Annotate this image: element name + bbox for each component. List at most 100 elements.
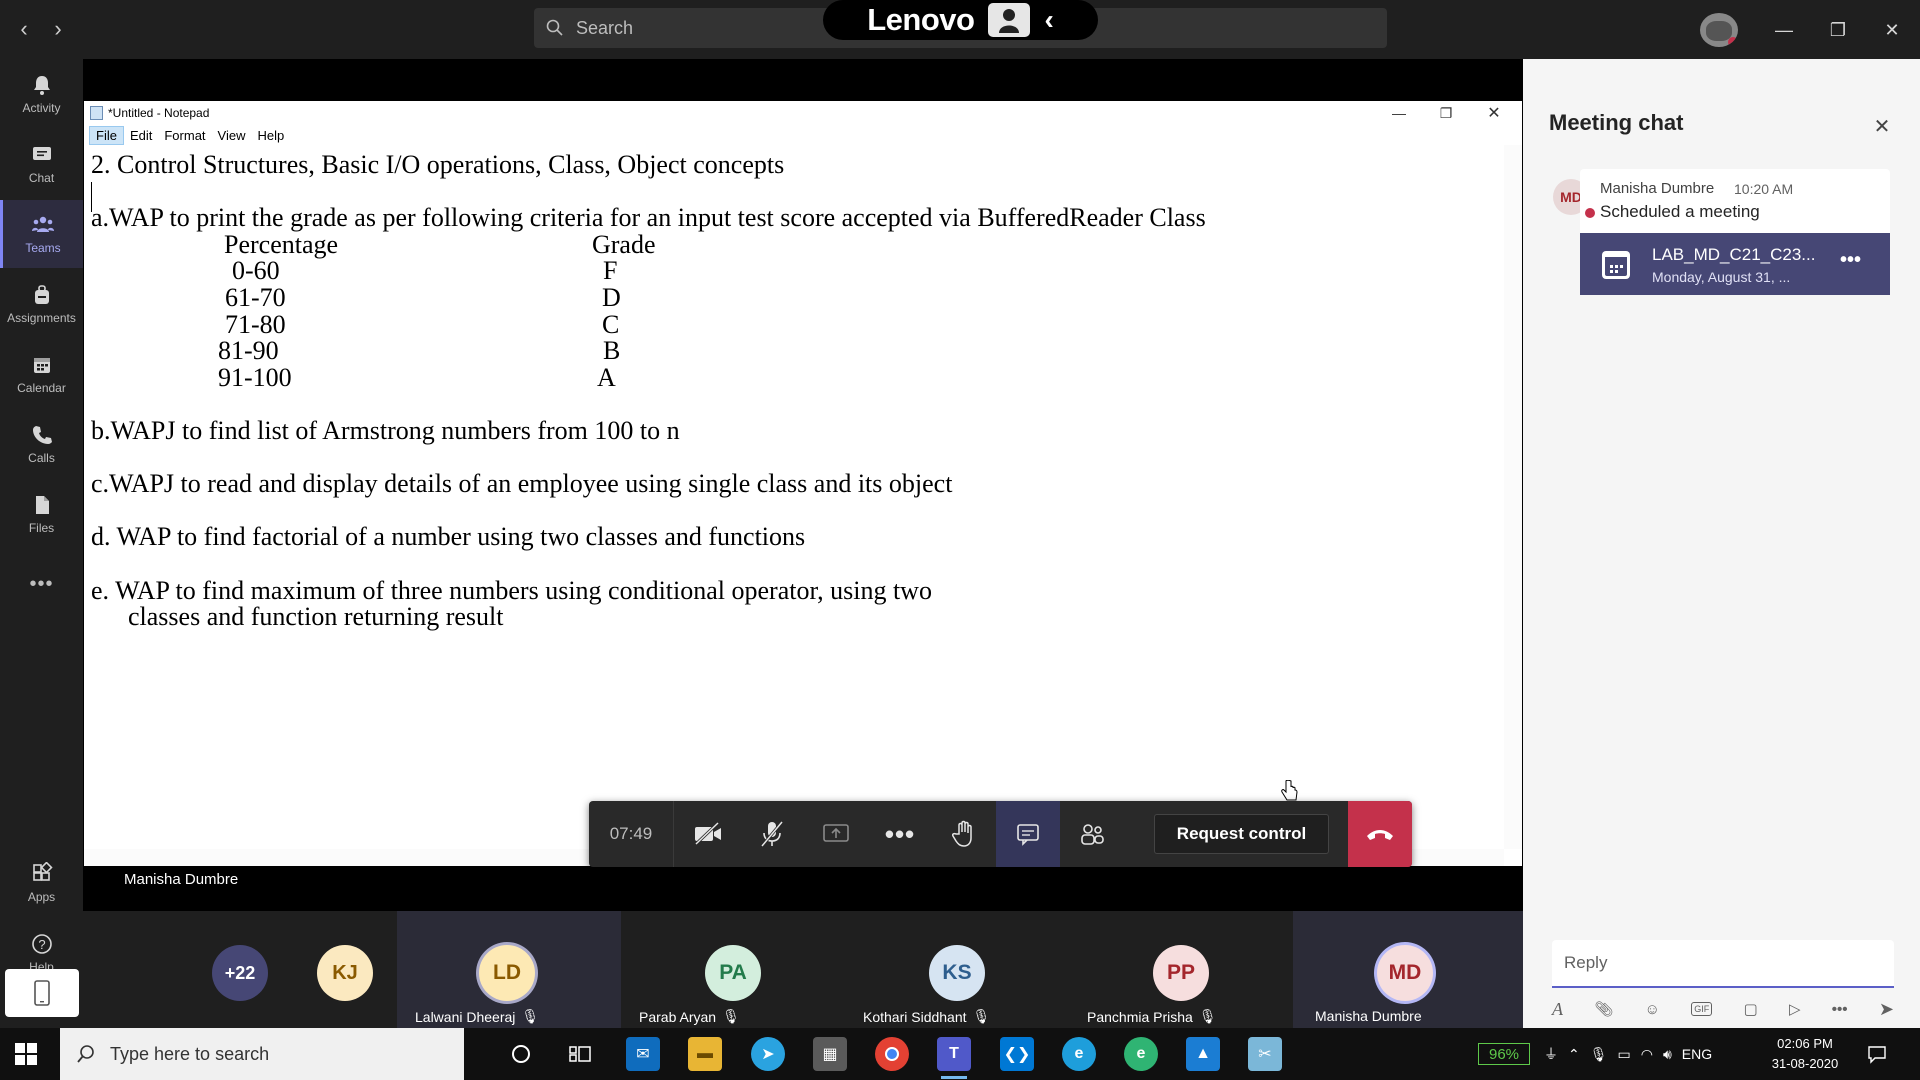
mic-muted-icon: 🎙︎ <box>972 1008 991 1024</box>
taskbar-search-box[interactable]: Type here to search <box>60 1028 464 1080</box>
chrome-icon[interactable] <box>875 1037 909 1071</box>
notepad-window: *Untitled - Notepad — ❐ ✕ File Edit Form… <box>84 101 1522 866</box>
overflow-participants-badge[interactable]: +22 <box>212 945 268 1001</box>
notepad-text-area[interactable]: 2. Control Structures, Basic I/O operati… <box>84 145 1504 849</box>
taskbar-search-placeholder: Type here to search <box>110 1043 270 1064</box>
sticker-icon[interactable]: ▢ <box>1744 1000 1758 1018</box>
teams-app-bar: Activity Chat Teams Assignments Calendar… <box>0 59 83 1028</box>
chat-message: Manisha Dumbre 10:20 AM Scheduled a meet… <box>1580 169 1890 295</box>
appbar-chat[interactable]: Chat <box>0 130 83 198</box>
grade-letter: D <box>602 283 621 312</box>
appbar-activity[interactable]: Activity <box>0 60 83 128</box>
language-indicator[interactable]: ENG <box>1682 1046 1712 1062</box>
participant-tile[interactable]: LD Lalwani Dheeraj 🎙︎ <box>397 911 621 1028</box>
clock-time: 02:06 PM <box>1777 1036 1833 1051</box>
participant-tile[interactable]: PA Parab Aryan 🎙︎ <box>621 911 845 1028</box>
collapse-arrow-icon[interactable]: ‹ <box>1044 4 1053 36</box>
doc-question-c: c.WAPJ to read and display details of an… <box>91 469 953 498</box>
more-compose-icon[interactable]: ••• <box>1832 1001 1848 1018</box>
presenter-name: Manisha Dumbre <box>124 871 239 888</box>
hang-up-button[interactable] <box>1348 801 1412 867</box>
snipping-tool-icon[interactable]: ✂ <box>1248 1037 1282 1071</box>
menu-edit[interactable]: Edit <box>124 127 158 144</box>
participants-button[interactable] <box>1060 801 1124 867</box>
request-control-button[interactable]: Request control <box>1154 814 1329 854</box>
doc-question-b: b.WAPJ to find list of Armstrong numbers… <box>91 416 680 445</box>
meeting-chat-panel: Meeting chat ✕ MD Manisha Dumbre 10:20 A… <box>1523 59 1920 1028</box>
profile-avatar[interactable] <box>1700 13 1738 47</box>
notepad-minimize-icon[interactable]: — <box>1379 103 1419 123</box>
more-actions-icon[interactable]: ••• <box>868 801 932 867</box>
appbar-assignments[interactable]: Assignments <box>0 270 83 338</box>
microphone-icon[interactable]: 🎙︎ <box>1590 1046 1608 1063</box>
battery-icon[interactable]: ▭ <box>1618 1046 1631 1063</box>
appbar-calendar[interactable]: Calendar <box>0 340 83 408</box>
menu-format[interactable]: Format <box>158 127 211 144</box>
appbar-files[interactable]: Files <box>0 480 83 548</box>
appbar-apps[interactable]: Apps <box>0 849 83 917</box>
appbar-apps-label: Apps <box>27 890 56 904</box>
send-icon[interactable]: ➤ <box>1879 999 1894 1020</box>
appbar-calls[interactable]: Calls <box>0 410 83 478</box>
notepad-close-icon[interactable]: ✕ <box>1474 103 1514 123</box>
gif-icon[interactable]: GIF <box>1691 1002 1713 1016</box>
reply-input[interactable]: Reply <box>1552 940 1894 988</box>
appbar-activity-label: Activity <box>22 101 61 115</box>
forward-arrow-icon[interactable]: › <box>38 9 78 49</box>
menu-view[interactable]: View <box>212 127 252 144</box>
menu-help[interactable]: Help <box>251 127 290 144</box>
show-chat-button[interactable] <box>996 801 1060 867</box>
mail-icon[interactable]: ✉ <box>626 1037 660 1071</box>
participant-tile[interactable]: MD Manisha Dumbre <box>1293 911 1523 1028</box>
lenovo-overlay-bar[interactable]: Lenovo ‹ <box>823 0 1098 40</box>
battery-indicator[interactable]: 96% <box>1478 1043 1530 1065</box>
more-apps-icon[interactable]: ••• <box>0 550 83 618</box>
file-explorer-icon[interactable]: ▬ <box>688 1037 722 1071</box>
chat-panel-title: Meeting chat <box>1549 110 1684 135</box>
vertical-scrollbar[interactable] <box>1504 145 1522 849</box>
appbar-teams[interactable]: Teams <box>0 200 83 268</box>
notepad-title-bar: *Untitled - Notepad <box>84 101 1522 125</box>
edge-beta-icon[interactable]: e <box>1124 1037 1158 1071</box>
vscode-icon[interactable]: ❮❯ <box>1000 1037 1034 1071</box>
appbar-chat-label: Chat <box>28 171 55 185</box>
share-screen-button[interactable] <box>804 801 868 867</box>
camera-off-button[interactable] <box>676 801 740 867</box>
microsoft-teams-icon[interactable]: T <box>937 1037 971 1079</box>
cortana-icon[interactable] <box>504 1037 538 1071</box>
show-hidden-icons-icon[interactable]: ⌃ <box>1568 1046 1580 1063</box>
mic-off-button[interactable] <box>740 801 804 867</box>
mic-muted-icon: 🎙︎ <box>1198 1008 1217 1024</box>
restore-icon[interactable]: ❐ <box>1820 12 1856 48</box>
close-window-icon[interactable]: ✕ <box>1874 12 1910 48</box>
telegram-icon[interactable]: ➤ <box>751 1037 785 1071</box>
minimize-icon[interactable]: — <box>1766 12 1802 48</box>
more-options-icon[interactable]: ••• <box>1840 249 1861 272</box>
participant-tile[interactable]: KS Kothari Siddhant 🎙︎ <box>845 911 1069 1028</box>
plug-icon[interactable]: ⏚ <box>1544 1044 1558 1064</box>
notifications-icon[interactable] <box>1864 1041 1890 1067</box>
calculator-icon[interactable]: ▦ <box>813 1037 847 1071</box>
notepad-restore-icon[interactable]: ❐ <box>1426 103 1466 123</box>
photos-icon[interactable]: ▲ <box>1186 1037 1220 1071</box>
raise-hand-button[interactable] <box>932 801 996 867</box>
participant-avatar[interactable]: KJ <box>317 945 373 1001</box>
menu-file[interactable]: File <box>89 125 124 145</box>
wifi-icon[interactable]: ◠ <box>1641 1046 1653 1063</box>
format-icon[interactable]: A <box>1552 999 1563 1020</box>
meeting-card[interactable]: LAB_MD_C21_C23... Monday, August 31, ...… <box>1580 233 1890 295</box>
mobile-device-button[interactable] <box>5 969 79 1017</box>
participant-name-text: Panchmia Prisha <box>1087 1008 1193 1025</box>
windows-start-icon[interactable] <box>14 1042 38 1066</box>
meet-now-icon[interactable]: ▷ <box>1789 1000 1801 1018</box>
volume-icon[interactable]: 🔊︎ <box>1663 1046 1672 1063</box>
participant-tile[interactable]: PP Panchmia Prisha 🎙︎ <box>1069 911 1293 1028</box>
participant-name: Panchmia Prisha 🎙︎ <box>1087 1008 1217 1025</box>
user-icon[interactable] <box>988 3 1031 37</box>
task-view-icon[interactable] <box>563 1037 597 1071</box>
close-chat-icon[interactable]: ✕ <box>1867 111 1897 141</box>
edge-icon[interactable]: e <box>1062 1037 1096 1071</box>
taskbar-clock[interactable]: 02:06 PM 31-08-2020 <box>1760 1034 1850 1074</box>
attach-icon[interactable]: 📎︎ <box>1594 1000 1613 1018</box>
emoji-icon[interactable]: ☺ <box>1645 1001 1660 1018</box>
